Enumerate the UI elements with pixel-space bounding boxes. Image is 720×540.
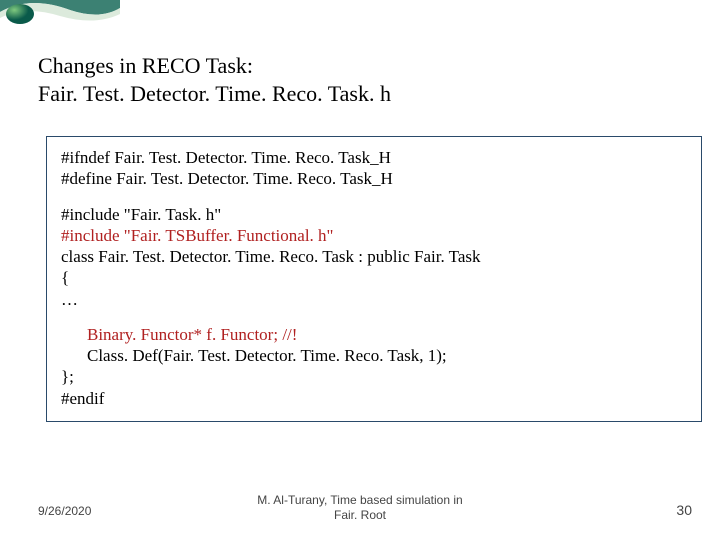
title-line-1: Changes in RECO Task: [38,52,391,80]
slide-title: Changes in RECO Task: Fair. Test. Detect… [38,52,391,107]
code-box: #ifndef Fair. Test. Detector. Time. Reco… [46,136,702,422]
code-line: #endif [61,388,687,409]
code-line: Class. Def(Fair. Test. Detector. Time. R… [61,345,687,366]
footer-page-number: 30 [676,502,692,518]
code-line: … [61,289,687,310]
footer-author: M. Al-Turany, Time based simulation in F… [0,493,720,522]
code-line: #define Fair. Test. Detector. Time. Reco… [61,168,687,189]
code-line: }; [61,366,687,387]
code-line: class Fair. Test. Detector. Time. Reco. … [61,246,687,267]
slide-decoration [0,0,120,40]
code-line: #include "Fair. Task. h" [61,204,687,225]
code-line-highlight: Binary. Functor* f. Functor; //! [61,324,687,345]
title-line-2: Fair. Test. Detector. Time. Reco. Task. … [38,80,391,108]
code-line-highlight: #include "Fair. TSBuffer. Functional. h" [61,225,687,246]
code-line: { [61,267,687,288]
code-block-2: #include "Fair. Task. h" #include "Fair.… [61,204,687,310]
code-block-1: #ifndef Fair. Test. Detector. Time. Reco… [61,147,687,190]
code-line: #ifndef Fair. Test. Detector. Time. Reco… [61,147,687,168]
code-block-3: Binary. Functor* f. Functor; //! Class. … [61,324,687,409]
